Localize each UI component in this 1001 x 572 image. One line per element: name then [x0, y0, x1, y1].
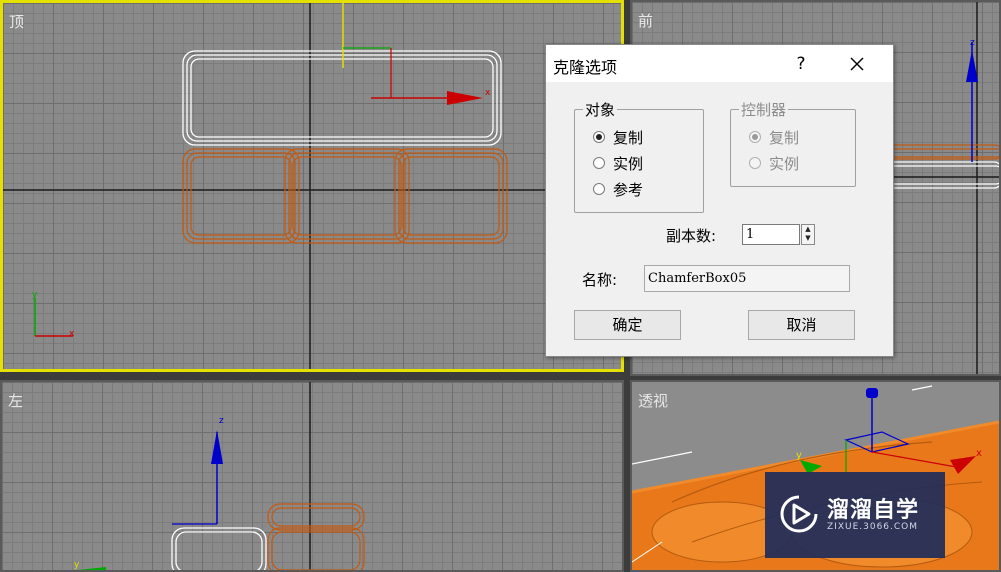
name-label: 名称:: [582, 271, 618, 289]
copies-label: 副本数:: [666, 227, 717, 245]
radio-dot-selected: [749, 131, 761, 143]
svg-text:z: z: [219, 416, 224, 426]
dialog-titlebar[interactable]: 克隆选项 ?: [546, 45, 893, 82]
object-reference-radio[interactable]: 参考: [593, 178, 643, 200]
controller-copy-radio: 复制: [749, 126, 799, 148]
move-gizmo: x: [342, 3, 491, 105]
object-group-legend: 对象: [583, 99, 618, 120]
svg-text:y: y: [796, 450, 802, 461]
cancel-button[interactable]: 取消: [748, 310, 855, 340]
object-reference-label: 参考: [613, 180, 644, 199]
object-copy-radio[interactable]: 复制: [593, 126, 643, 148]
copies-input[interactable]: 1: [742, 224, 800, 245]
play-logo-icon: [780, 495, 818, 533]
object-copy-label: 复制: [613, 128, 644, 147]
name-input[interactable]: ChamferBox05: [644, 265, 850, 292]
svg-text:y: y: [74, 560, 80, 570]
viewport-perspective-label[interactable]: 透视: [638, 390, 668, 411]
svg-text:x: x: [69, 329, 75, 339]
viewport-left-scene: z y: [74, 382, 365, 570]
viewport-top[interactable]: 顶 x y x: [0, 0, 624, 372]
watermark: 溜溜自学 ZIXUE.3066.COM: [765, 472, 945, 558]
controller-copy-label: 复制: [769, 128, 800, 147]
axis-tripod: y x: [32, 290, 75, 339]
viewport-top-scene: x y x: [3, 3, 621, 369]
copied-objects: [182, 148, 508, 244]
spinner-down-icon[interactable]: ▼: [802, 234, 814, 243]
watermark-brand: 溜溜自学: [827, 498, 920, 523]
controller-group-legend: 控制器: [739, 99, 789, 120]
radio-dot: [749, 157, 761, 169]
object-instance-label: 实例: [613, 154, 644, 173]
close-button[interactable]: [842, 51, 872, 77]
radio-dot[interactable]: [593, 157, 605, 169]
object-instance-radio[interactable]: 实例: [593, 152, 643, 174]
ok-button[interactable]: 确定: [574, 310, 681, 340]
radio-dot-selected[interactable]: [593, 131, 605, 143]
help-button[interactable]: ?: [786, 51, 816, 77]
controller-instance-label: 实例: [769, 154, 800, 173]
controller-group: 控制器 复制 实例: [730, 99, 856, 187]
svg-text:x: x: [976, 448, 982, 459]
svg-text:y: y: [32, 290, 38, 300]
svg-text:z: z: [970, 38, 975, 48]
clone-options-dialog: 克隆选项 ? 对象 复制 实例 参考 控制器 复制 实例 副本数: 1 ▲ ▼ …: [545, 44, 894, 357]
watermark-url: ZIXUE.3066.COM: [827, 522, 919, 532]
controller-instance-radio: 实例: [749, 152, 799, 174]
radio-dot[interactable]: [593, 183, 605, 195]
object-group: 对象 复制 实例 参考: [574, 99, 704, 213]
svg-text:x: x: [485, 88, 491, 98]
close-icon: [850, 57, 864, 71]
dialog-title: 克隆选项: [553, 58, 618, 77]
viewport-left[interactable]: 左 z y: [0, 380, 624, 572]
copies-spinner[interactable]: ▲ ▼: [801, 224, 815, 245]
spinner-up-icon[interactable]: ▲: [802, 225, 814, 234]
